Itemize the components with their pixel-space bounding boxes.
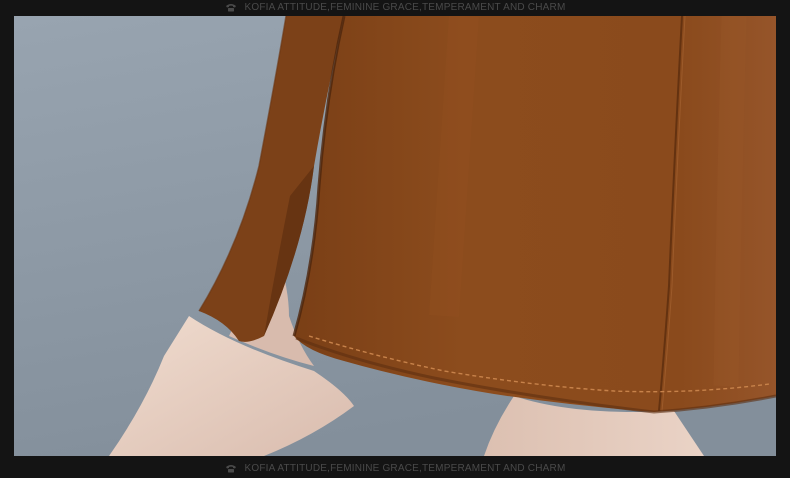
bottom-banner-text: KOFIA ATTITUDE,FEMININE GRACE,TEMPERAMEN… (244, 462, 566, 474)
product-photo (14, 16, 776, 456)
top-banner: KOFIA ATTITUDE,FEMININE GRACE,TEMPERAMEN… (0, 0, 790, 14)
telephone-icon (225, 3, 237, 12)
telephone-icon (225, 464, 237, 473)
skirt-hem-illustration (14, 16, 776, 456)
top-banner-text: KOFIA ATTITUDE,FEMININE GRACE,TEMPERAMEN… (244, 1, 566, 13)
bottom-banner: KOFIA ATTITUDE,FEMININE GRACE,TEMPERAMEN… (0, 461, 790, 475)
product-detail-frame: KOFIA ATTITUDE,FEMININE GRACE,TEMPERAMEN… (0, 0, 790, 478)
